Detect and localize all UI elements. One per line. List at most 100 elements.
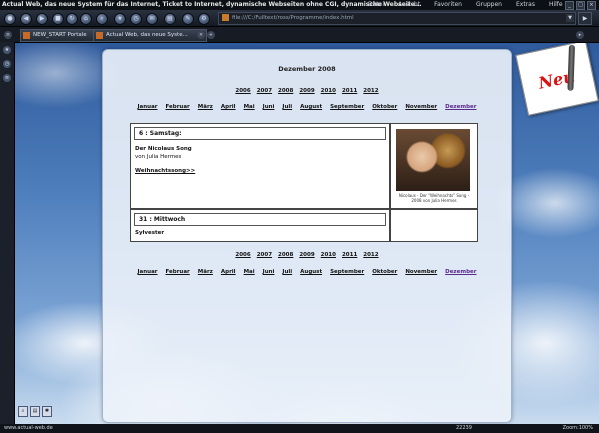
favorites-icon[interactable]: ★ [114, 13, 126, 25]
child-photo[interactable] [396, 129, 470, 191]
address-url: file:///C:/Fulltext/ross/Programme/index… [232, 15, 354, 21]
month-links-bottom: Januar Februar März April Mai Juni Juli August S… [103, 269, 511, 275]
tab-label: Actual Web, das neue Syste... [106, 32, 188, 38]
refresh-icon[interactable]: ↻ [66, 13, 78, 25]
month-link[interactable]: August [300, 104, 322, 110]
menu-hilfe[interactable]: Hilfe [549, 1, 563, 8]
month-link[interactable]: April [221, 104, 236, 110]
entry-author: von Julia Hermes [135, 154, 182, 160]
tab-actual-web[interactable]: Actual Web, das neue Syste... [93, 29, 207, 42]
month-link[interactable]: Oktober [372, 269, 397, 275]
month-link[interactable]: Mai [244, 269, 255, 275]
tab-favicon-icon [96, 32, 103, 39]
tab-scroll-icon[interactable]: ▸ [576, 31, 584, 39]
month-link[interactable]: Februar [166, 269, 190, 275]
new-badge[interactable]: Neu [515, 43, 599, 116]
close-button[interactable]: × [587, 1, 596, 10]
month-link[interactable]: Juni [263, 104, 275, 110]
year-link[interactable]: 2008 [278, 88, 293, 94]
tab-label: NEW_START Portale [33, 32, 87, 38]
zoom-indicator[interactable]: Zoom:100% [563, 424, 593, 433]
year-link[interactable]: 2009 [299, 252, 314, 258]
month-link[interactable]: Januar [138, 104, 158, 110]
year-links-top: 2006 2007 2008 2009 2010 2011 2012 [103, 88, 511, 94]
print-icon[interactable]: ▤ [164, 13, 176, 25]
star-icon[interactable]: ✱ [42, 406, 52, 417]
sidebar-feeds-icon[interactable]: ≡ [3, 74, 11, 82]
minimize-button[interactable]: _ [565, 1, 574, 10]
browser-toolbar: ● ◀ ▶ ■ ↻ ⌂ ⌕ ★ ◷ ✉ ▤ ✎ ⚙ file:///C:/Ful… [0, 10, 599, 27]
new-tab-icon[interactable]: + [207, 31, 215, 39]
menu-datei[interactable]: Datei [368, 1, 384, 8]
go-button[interactable]: ▶ [578, 12, 592, 25]
address-bar[interactable]: file:///C:/Fulltext/ross/Programme/index… [218, 12, 576, 25]
mail-icon[interactable]: ✉ [146, 13, 158, 25]
month-link[interactable]: September [330, 104, 364, 110]
month-link[interactable]: Januar [138, 269, 158, 275]
document-icon[interactable]: ▤ [30, 406, 40, 417]
menu-ansicht[interactable]: Ansicht [398, 1, 420, 8]
calendar-panel: Dezember 2008 2006 2007 2008 2009 2010 2011 20… [102, 49, 512, 423]
menu-extras[interactable]: Extras [516, 1, 535, 8]
month-link-active[interactable]: Dezember [445, 104, 476, 110]
year-link[interactable]: 2012 [363, 252, 378, 258]
month-link[interactable]: Februar [166, 104, 190, 110]
entry-title: Sylvester [135, 230, 165, 236]
year-link[interactable]: 2007 [257, 252, 272, 258]
menu-gruppen[interactable]: Gruppen [476, 1, 502, 8]
status-counter: 22239 [456, 425, 472, 431]
chevron-down-icon[interactable]: ▼ [566, 14, 574, 22]
month-link-active[interactable]: Dezember [445, 269, 476, 275]
year-link[interactable]: 2011 [342, 88, 357, 94]
month-link[interactable]: Juni [263, 269, 275, 275]
year-link[interactable]: 2012 [363, 88, 378, 94]
month-link[interactable]: März [198, 104, 213, 110]
corner-icons: ⌕ ▤ ✱ [18, 406, 52, 417]
day-heading: 31 : Mittwoch [134, 213, 386, 226]
edit-icon[interactable]: ✎ [182, 13, 194, 25]
sidebar-favorites-icon[interactable]: ★ [3, 46, 11, 54]
year-link[interactable]: 2010 [321, 252, 336, 258]
maximize-button[interactable]: □ [576, 1, 585, 10]
sidebar-history-icon[interactable]: ◷ [3, 60, 11, 68]
year-link[interactable]: 2010 [321, 88, 336, 94]
month-link[interactable]: März [198, 269, 213, 275]
photo-box: Nicolaus - Der "Weihnachts" Song - 2008 … [390, 123, 478, 209]
status-bar: www.actual-web.de 22239 Zoom:100% [0, 424, 599, 433]
history-icon[interactable]: ◷ [130, 13, 142, 25]
year-link[interactable]: 2008 [278, 252, 293, 258]
year-link[interactable]: 2009 [299, 88, 314, 94]
year-link[interactable]: 2007 [257, 88, 272, 94]
month-link[interactable]: November [405, 104, 437, 110]
year-link[interactable]: 2006 [235, 88, 250, 94]
page-favicon-icon [222, 14, 229, 21]
tab-close-icon[interactable]: × [197, 31, 205, 39]
month-link[interactable]: Oktober [372, 104, 397, 110]
stop-icon[interactable]: ■ [52, 13, 64, 25]
day-entry: 31 : Mittwoch Sylvester [130, 209, 390, 242]
day-entry: 6 : Samstag: Der Nicolaus Song von Julia… [130, 123, 390, 209]
month-link[interactable]: September [330, 269, 364, 275]
month-link[interactable]: Juli [282, 104, 292, 110]
home-icon[interactable]: ⌂ [80, 13, 92, 25]
year-link[interactable]: 2011 [342, 252, 357, 258]
search-icon[interactable]: ⌕ [96, 13, 108, 25]
page-title: Dezember 2008 [278, 65, 336, 73]
page-viewport: Dezember 2008 2006 2007 2008 2009 2010 2011 20… [15, 43, 599, 424]
tab-list-icon[interactable]: ≡ [4, 31, 12, 39]
month-link[interactable]: April [221, 269, 236, 275]
month-link[interactable]: Juli [282, 269, 292, 275]
month-link[interactable]: November [405, 269, 437, 275]
month-link[interactable]: August [300, 269, 322, 275]
year-link[interactable]: 2006 [235, 252, 250, 258]
forward-arrow-icon[interactable]: ▶ [36, 13, 48, 25]
back-arrow-icon[interactable]: ◀ [20, 13, 32, 25]
search-page-icon[interactable]: ⌕ [18, 406, 28, 417]
app-menu-icon[interactable]: ● [4, 13, 16, 25]
weihnachtssong-link[interactable]: Weihnachtssong>> [135, 167, 195, 175]
menu-favoriten[interactable]: Favoriten [434, 1, 462, 8]
month-link[interactable]: Mai [244, 104, 255, 110]
tools-icon[interactable]: ⚙ [198, 13, 210, 25]
day-heading: 6 : Samstag: [134, 127, 386, 140]
tab-new-start[interactable]: NEW_START Portale [20, 29, 104, 42]
